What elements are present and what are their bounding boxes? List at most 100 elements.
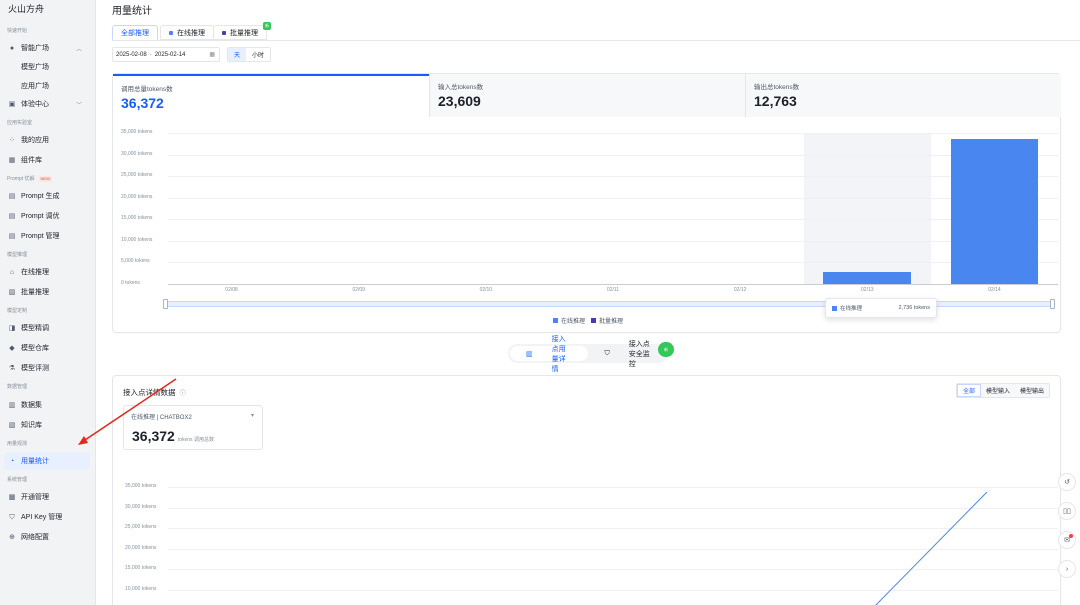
- hover-band: [803, 133, 931, 284]
- endpoint-detail-card: 接入点详情数据 ⓘ 全部 模型输入 模型输出 在线推理 | CHATBOX2 ▾…: [112, 375, 1061, 605]
- tab-all-inference[interactable]: 全部推理: [112, 25, 158, 40]
- legend-item-batch[interactable]: 批量推理: [599, 316, 623, 325]
- shield-icon: ⛉: [9, 513, 15, 521]
- sidebar-item-activation[interactable]: ▩ 开通管理: [4, 488, 90, 506]
- sidebar-item-label: 智能广场: [21, 45, 49, 52]
- legend-swatch-online: [553, 318, 558, 323]
- sidebar-item-label: 应用广场: [21, 83, 49, 90]
- stat-input-tokens[interactable]: 输入总tokens数 23,609: [429, 74, 745, 117]
- sidebar-item-label: 模型仓库: [21, 345, 49, 352]
- new-badge: 新: [658, 342, 674, 357]
- tab-divider: [112, 40, 1080, 41]
- stat-total-tokens[interactable]: 调用总量tokens数 36,372: [113, 74, 429, 117]
- sidebar-item-experience[interactable]: ▣ 体验中心 ﹀: [4, 95, 90, 113]
- grid-line: [168, 262, 1058, 264]
- toggle-usage-detail[interactable]: ▥ 接入点用量详情: [510, 336, 589, 373]
- date-start: 2025-02-08: [116, 51, 147, 58]
- toggle-security-monitor[interactable]: ⛉ 接入点安全监控: [588, 341, 666, 368]
- bar-online-02/13[interactable]: [823, 272, 912, 284]
- stat-label: 调用总量tokens数: [121, 86, 173, 93]
- flask-icon: ⚗: [8, 364, 16, 372]
- grid-line: [168, 197, 1058, 199]
- page-title: 用量统计: [112, 6, 152, 17]
- date-range-picker[interactable]: 2025-02-08 - 2025-02-14 ▦: [112, 47, 220, 62]
- grid-line: [168, 240, 1058, 242]
- history-icon: ↺: [1064, 479, 1070, 486]
- range-slider-handle-right[interactable]: [1050, 299, 1055, 309]
- sidebar-item-network[interactable]: ⊕ 网络配置: [4, 528, 90, 546]
- sidebar-item-label: 开通管理: [21, 494, 49, 501]
- history-button[interactable]: ↺: [1058, 473, 1076, 491]
- new-badge: NEW: [38, 176, 52, 182]
- tab-label: 在线推理: [177, 29, 205, 37]
- sidebar-item-label: Prompt 生成: [21, 193, 60, 200]
- sidebar-item-model-plaza[interactable]: 模型广场: [4, 58, 90, 76]
- y-tick-label: 10,000 tokens: [121, 236, 153, 243]
- store-icon: ⌂: [9, 268, 15, 276]
- sidebar-item-model-repo[interactable]: ◆ 模型仓库: [4, 339, 90, 357]
- line-series: [875, 491, 988, 605]
- y-tick-label: 0 tokens: [121, 280, 140, 286]
- sidebar-item-label: 体验中心: [21, 101, 49, 108]
- shield-check-icon: ⛉: [604, 349, 610, 357]
- tooltip-value: 2,736 tokens: [898, 305, 931, 311]
- expand-button[interactable]: ›: [1058, 560, 1076, 578]
- sidebar-item-my-apps[interactable]: ⁘ 我的应用: [4, 131, 90, 149]
- range-slider-handle-left[interactable]: [163, 299, 168, 309]
- sidebar-item-model-eval[interactable]: ⚗ 模型评测: [4, 359, 90, 377]
- sidebar-item-components[interactable]: ▦ 组件库: [4, 151, 90, 169]
- bar-online-02/14[interactable]: [950, 138, 1039, 284]
- sidebar-item-label: 知识库: [21, 422, 42, 429]
- sidebar-item-prompt-manage[interactable]: ▤ Prompt 管理: [4, 227, 90, 245]
- sidebar-item-dataset[interactable]: ▥ 数据集: [4, 396, 90, 414]
- sidebar-item-apikey[interactable]: ⛉ API Key 管理: [4, 508, 90, 526]
- section-system: 系统管理: [7, 477, 28, 483]
- messages-button[interactable]: ✉: [1058, 531, 1076, 549]
- legend-item-online[interactable]: 在线推理: [561, 316, 585, 325]
- chevron-down-icon: ﹀: [75, 103, 82, 109]
- grid-line: [168, 284, 1058, 285]
- section-prompt: Prompt 优解 NEW: [7, 175, 52, 182]
- book-icon: ▯▯: [1063, 508, 1071, 515]
- tooltip-swatch: [832, 305, 837, 311]
- tab-batch-inference[interactable]: 批量推理 新: [213, 22, 271, 40]
- bar-chart-icon: ▥: [526, 350, 533, 358]
- batch-icon: ▨: [8, 288, 16, 296]
- tooltip-series: 在线推理: [840, 306, 863, 312]
- grid-line: [168, 154, 1058, 156]
- stat-output-tokens[interactable]: 输出总tokens数 12,763: [745, 74, 1061, 117]
- sidebar-item-knowledge[interactable]: ▧ 知识库: [4, 416, 90, 434]
- sidebar-item-label: 组件库: [21, 157, 42, 164]
- chevron-right-icon: ›: [1065, 565, 1069, 573]
- finetune-icon: ◨: [8, 324, 16, 332]
- gauge-icon: ◔: [9, 457, 15, 465]
- sidebar-item-label: 批量推理: [21, 289, 49, 296]
- granularity-day[interactable]: 天: [228, 48, 247, 61]
- sidebar-item-label: Prompt 管理: [21, 233, 60, 240]
- sidebar-item-batch-infer[interactable]: ▨ 批量推理: [4, 283, 90, 301]
- sidebar-item-label: 网络配置: [21, 534, 49, 541]
- sidebar-item-online-infer[interactable]: ⌂ 在线推理: [4, 263, 90, 281]
- granularity-hour[interactable]: 小时: [246, 48, 270, 61]
- sidebar-item-finetune[interactable]: ◨ 模型精调: [4, 319, 90, 337]
- brand-logo-text: 火山方舟: [8, 4, 45, 14]
- sidebar-item-prompt-tune[interactable]: ▤ Prompt 调优: [4, 207, 90, 225]
- sidebar-item-prompt-gen[interactable]: ▤ Prompt 生成: [4, 187, 90, 205]
- sidebar-item-label: API Key 管理: [21, 514, 63, 521]
- docs-button[interactable]: ▯▯: [1058, 502, 1076, 520]
- x-tick-label: 02/11: [606, 287, 620, 293]
- grid-line: [168, 176, 1058, 178]
- sidebar-item-smart-plaza[interactable]: ● 智能广场 ︿: [4, 39, 90, 57]
- grid-line: [168, 219, 1058, 221]
- sidebar-item-usage-stats[interactable]: ◔ 用量统计: [4, 452, 90, 470]
- x-tick-label: 02/12: [733, 287, 747, 293]
- stat-label: 输出总tokens数: [754, 84, 800, 91]
- prompt-icon: ▤: [8, 192, 16, 200]
- monitor-icon: ▣: [8, 100, 16, 108]
- section-label: Prompt 优解: [7, 176, 35, 182]
- y-tick-label: 15,000 tokens: [121, 215, 153, 222]
- x-tick-label: 02/13: [861, 287, 874, 293]
- tab-online-inference[interactable]: 在线推理: [160, 25, 214, 40]
- sidebar-item-app-plaza[interactable]: 应用广场: [4, 77, 90, 95]
- online-dot-icon: [169, 30, 173, 35]
